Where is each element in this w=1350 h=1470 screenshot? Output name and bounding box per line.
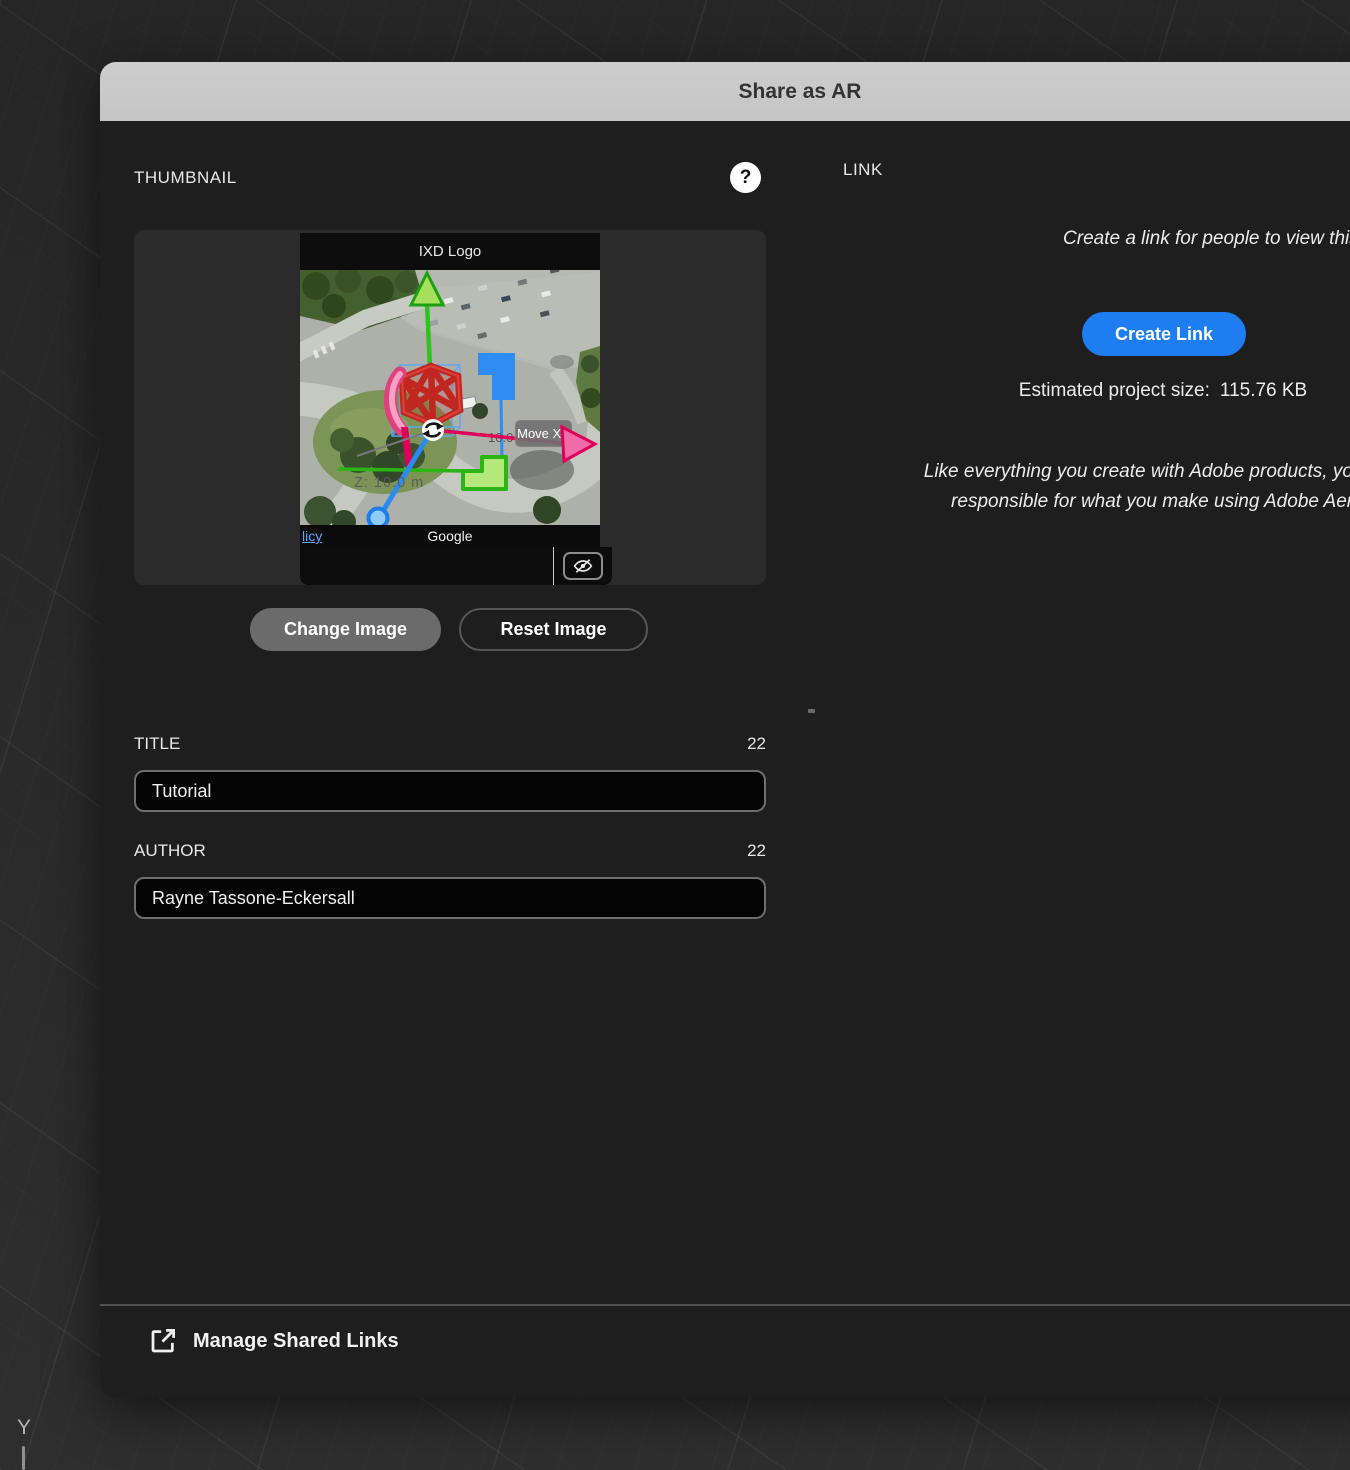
dialog-title: Share as AR [739,80,862,104]
scene-name: IXD Logo [419,243,482,260]
thumbnail-panel: IXD Logo [134,230,766,585]
dialog-titlebar[interactable]: Share as AR [100,62,1350,121]
title-label: TITLE [134,734,180,754]
author-label: AUTHOR [134,841,206,861]
thumbnail-toolbar-strip [300,547,612,585]
scene-name-bar: IXD Logo [300,233,600,270]
google-attribution: Google [427,528,472,544]
title-input[interactable] [134,770,766,812]
privacy-policy-link[interactable]: licy [302,528,322,544]
map-attribution-bar: licy Google [300,525,600,547]
y-axis-label: Y [12,1416,36,1440]
eye-off-icon [573,558,593,574]
manage-shared-links[interactable]: Manage Shared Links [148,1326,399,1356]
external-link-icon [148,1326,178,1356]
reset-image-button[interactable]: Reset Image [459,608,648,651]
author-input[interactable] [134,877,766,919]
toolbar-divider [553,547,554,585]
share-as-ar-dialog: Share as AR THUMBNAIL ? LINK IXD Logo [100,62,1350,1397]
thumbnail-preview: IXD Logo [300,233,600,585]
disclaimer-line-2: responsible for what you make using Adob… [860,487,1350,517]
question-mark-icon: ? [740,168,752,187]
title-field-header: TITLE 22 [134,734,766,754]
y-axis-line [22,1446,25,1470]
change-image-button[interactable]: Change Image [250,608,441,651]
author-field-header: AUTHOR 22 [134,841,766,861]
footer-divider [100,1304,1350,1306]
link-intro-text: Create a link for people to view this ex… [860,228,1350,250]
link-section-label: LINK [843,160,883,180]
cursor-artifact [808,709,815,713]
visibility-toggle-button[interactable] [563,552,603,580]
thumbnail-section-label: THUMBNAIL [134,168,237,188]
z-distance-label: Z: 10.0 m [354,475,424,491]
title-char-counter: 22 [747,734,766,754]
disclaimer-line-1: Like everything you create with Adobe pr… [860,457,1350,487]
rotate-handle[interactable] [422,419,444,441]
manage-shared-links-label: Manage Shared Links [193,1330,399,1353]
author-char-counter: 22 [747,841,766,861]
estimated-size-label: Estimated project size: [1019,380,1210,401]
help-button[interactable]: ? [730,162,761,193]
create-link-button[interactable]: Create Link [1082,312,1246,356]
thumbnail-map-image: 10.0 Z: 10.0 m Move XY [300,270,600,525]
disclaimer-text: Like everything you create with Adobe pr… [860,457,1350,517]
estimated-size-row: Estimated project size: 115.76 KB [863,380,1350,402]
estimated-size-value: 115.76 KB [1220,380,1307,401]
